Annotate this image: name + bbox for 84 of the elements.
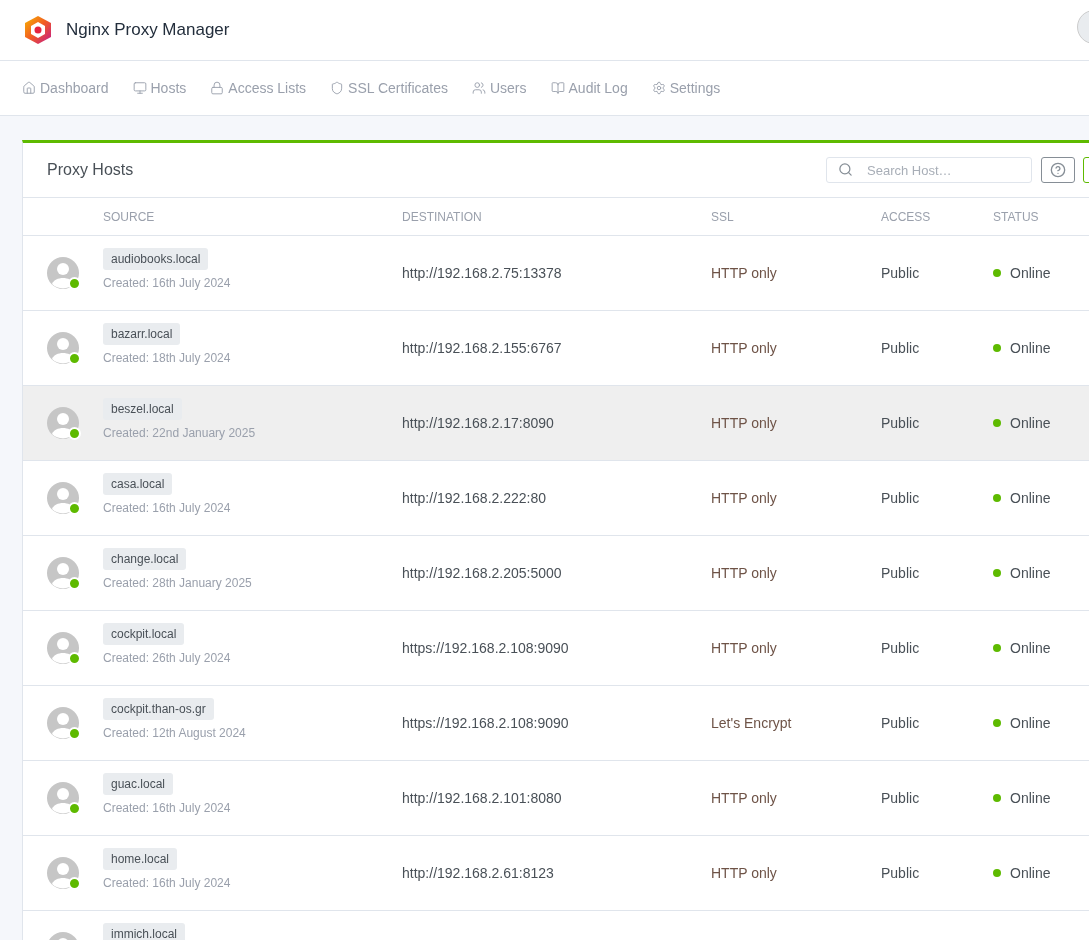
ssl-type: HTTP only xyxy=(711,790,778,806)
created-date: Created: 28th January 2025 xyxy=(103,576,253,590)
help-icon xyxy=(1050,162,1066,178)
domain-tag: casa.local xyxy=(103,473,173,495)
domain-tag: cockpit.than-os.gr xyxy=(103,698,214,720)
table-row[interactable]: beszel.local Created: 22nd January 2025 http://192.168.2.17:8090 HTTP only Public Online xyxy=(23,386,1089,461)
domain-tag: home.local xyxy=(103,848,178,870)
settings-icon xyxy=(651,81,666,95)
column-header: ACCESS xyxy=(881,208,932,226)
user-avatar-icon xyxy=(47,557,79,589)
created-date: Created: 12th August 2024 xyxy=(103,726,247,740)
status-text: Online xyxy=(1010,865,1051,881)
domain-tag: cockpit.local xyxy=(103,623,185,645)
column-header: DESTINATION xyxy=(402,208,483,226)
access-level: Public xyxy=(881,640,921,656)
destination-url: http://192.168.2.101:8080 xyxy=(402,790,563,806)
ssl-type: Let's Encrypt xyxy=(711,715,793,731)
access-level: Public xyxy=(881,265,921,281)
card-title: Proxy Hosts xyxy=(47,161,135,179)
ssl-type: HTTP only xyxy=(711,565,778,581)
destination-url: http://192.168.2.75:13378 xyxy=(402,265,563,281)
destination-url: http://192.168.2.205:5000 xyxy=(402,565,563,581)
user-avatar-icon xyxy=(47,482,79,514)
user-avatar-icon xyxy=(47,257,79,289)
domain-tag: beszel.local xyxy=(103,398,182,420)
access-level: Public xyxy=(881,490,921,506)
domain-tag: immich.local xyxy=(103,923,185,940)
home-icon xyxy=(22,81,36,95)
user-avatar-icon xyxy=(47,857,79,889)
column-header: STATUS xyxy=(993,208,1040,226)
ssl-type: HTTP only xyxy=(711,865,778,881)
destination-url: http://192.168.2.155:6767 xyxy=(402,340,563,356)
users-icon xyxy=(471,81,486,95)
status-text: Online xyxy=(1010,790,1051,806)
domain-tag: guac.local xyxy=(103,773,174,795)
status-text: Online xyxy=(1010,340,1051,356)
help-button[interactable] xyxy=(1041,157,1075,183)
destination-url: https://192.168.2.108:9090 xyxy=(402,715,570,731)
user-avatar-icon xyxy=(47,632,79,664)
status-text: Online xyxy=(1010,415,1051,431)
shield-icon xyxy=(330,81,345,95)
access-level: Public xyxy=(881,340,921,356)
destination-url: https://192.168.2.108:9090 xyxy=(402,640,570,656)
monitor-icon xyxy=(132,81,147,95)
access-level: Public xyxy=(881,415,921,431)
app-title: Nginx Proxy Manager xyxy=(66,20,230,40)
status-text: Online xyxy=(1010,565,1051,581)
created-date: Created: 16th July 2024 xyxy=(103,876,232,890)
status-text: Online xyxy=(1010,490,1051,506)
created-date: Created: 16th July 2024 xyxy=(103,501,232,515)
ssl-type: HTTP only xyxy=(711,415,778,431)
user-avatar-icon xyxy=(47,332,79,364)
lock-icon xyxy=(210,81,225,95)
book-icon xyxy=(550,81,565,95)
created-date: Created: 16th July 2024 xyxy=(103,801,232,815)
user-avatar-icon xyxy=(47,707,79,739)
column-header: SOURCE xyxy=(103,208,156,226)
search-field[interactable]: Search Host… xyxy=(826,157,1032,183)
created-date: Created: 26th July 2024 xyxy=(103,651,232,665)
created-date: Created: 18th July 2024 xyxy=(103,351,232,365)
user-avatar-icon xyxy=(47,407,79,439)
domain-tag: audiobooks.local xyxy=(103,248,209,270)
access-level: Public xyxy=(881,565,921,581)
domain-tag: bazarr.local xyxy=(103,323,181,345)
ssl-type: HTTP only xyxy=(711,340,778,356)
hexagon-logo-icon xyxy=(24,15,52,45)
destination-url: http://192.168.2.222:80 xyxy=(402,490,547,506)
access-level: Public xyxy=(881,865,921,881)
status-text: Online xyxy=(1010,715,1051,731)
ssl-type: HTTP only xyxy=(711,265,778,281)
status-text: Online xyxy=(1010,265,1051,281)
ssl-type: HTTP only xyxy=(711,490,778,506)
search-icon xyxy=(838,162,853,177)
domain-tag: change.local xyxy=(103,548,187,570)
ssl-type: HTTP only xyxy=(711,640,778,656)
access-level: Public xyxy=(881,715,921,731)
column-header: SSL xyxy=(711,208,735,226)
destination-url: http://192.168.2.17:8090 xyxy=(402,415,555,431)
access-level: Public xyxy=(881,790,921,806)
destination-url: http://192.168.2.61:8123 xyxy=(402,865,555,881)
status-text: Online xyxy=(1010,640,1051,656)
created-date: Created: 16th July 2024 xyxy=(103,276,232,290)
created-date: Created: 22nd January 2025 xyxy=(103,426,257,440)
user-avatar-icon xyxy=(47,782,79,814)
